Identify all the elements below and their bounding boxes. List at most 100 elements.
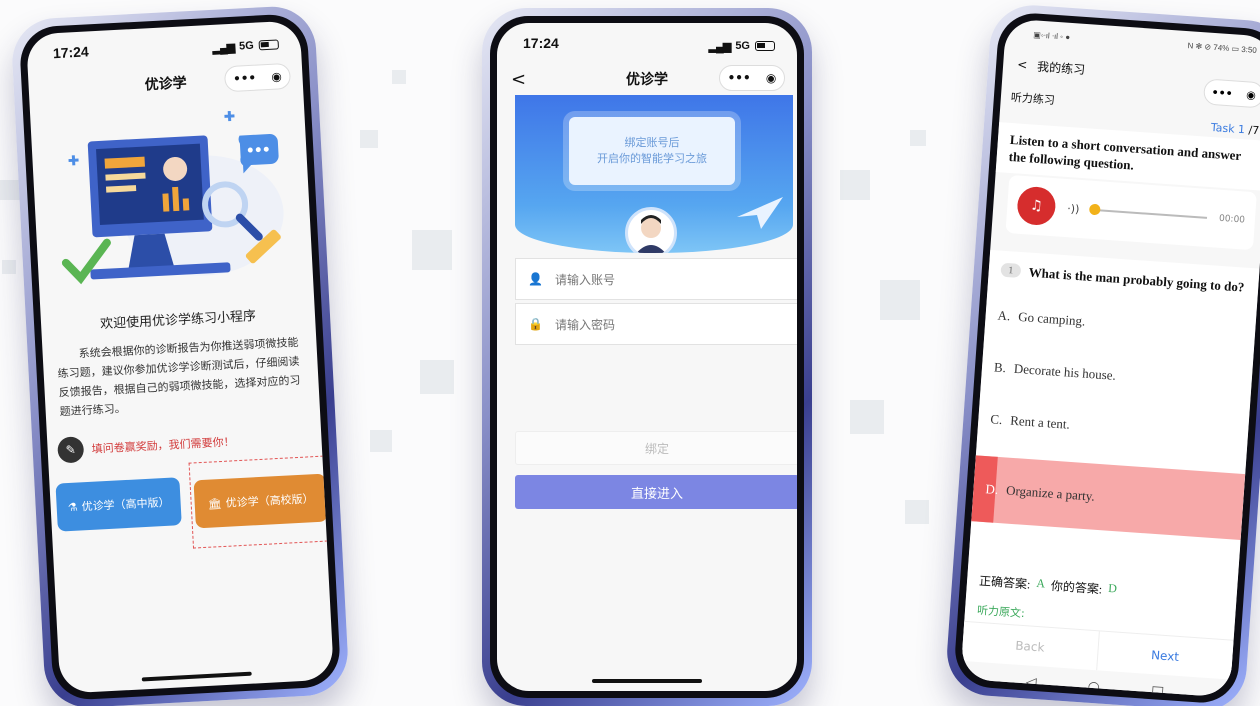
bg-tile	[880, 280, 920, 320]
question-panel: 1 What is the man probably going to do? …	[960, 249, 1260, 688]
bg-tile	[412, 230, 452, 270]
section-title: 听力练习	[1010, 90, 1056, 107]
bg-tile	[0, 180, 20, 200]
screen-welcome: 17:24 ▂▄▆ 5G 优诊学 ••• ◉ 欢迎使用优诊学练习小程序 系统会根…	[25, 20, 335, 694]
option-d-selected-wrong[interactable]: D. Organize a party.	[971, 455, 1246, 540]
question-text: What is the man probably going to do?	[1028, 264, 1245, 295]
status-time: 17:24	[52, 43, 90, 62]
phone-frame-2: 17:24 ▂▄▆ 5G < 优诊学 ••• ◉ 绑定账号后 开启你的智能学习之…	[482, 8, 812, 706]
more-icon[interactable]: •••	[1211, 85, 1233, 99]
option-letter: C.	[989, 411, 1003, 428]
option-text: Decorate his house.	[1013, 360, 1117, 383]
banner-line-2: 开启你的智能学习之旅	[597, 152, 707, 165]
record-play-icon[interactable]: ♫	[1016, 185, 1057, 227]
high-school-button[interactable]: ⚗ 优诊学（高中版）	[55, 477, 182, 532]
close-target-icon[interactable]: ◉	[1246, 88, 1256, 102]
phone-bezel: 17:24 ▂▄▆ 5G 优诊学 ••• ◉ 欢迎使用优诊学练习小程序 系统会根…	[18, 12, 342, 702]
page-title: 优诊学	[144, 75, 188, 94]
option-text: Go camping.	[1017, 308, 1086, 329]
close-target-icon[interactable]: ◉	[766, 71, 776, 85]
banner-card: 绑定账号后 开启你的智能学习之旅	[569, 117, 735, 185]
phone-bezel: 17:24 ▂▄▆ 5G < 优诊学 ••• ◉ 绑定账号后 开启你的智能学习之…	[490, 16, 804, 698]
network-label: 5G	[735, 40, 750, 52]
flask-icon: ⚗	[67, 500, 78, 514]
option-c[interactable]: C. Rent a tent.	[977, 401, 1249, 454]
bg-tile	[2, 260, 16, 274]
back-icon[interactable]: <	[511, 69, 526, 90]
close-target-icon[interactable]: ◉	[271, 69, 282, 84]
audio-progress-slider[interactable]	[1091, 208, 1208, 219]
your-answer-label: 你的答案:	[1050, 578, 1103, 597]
more-icon[interactable]: •••	[728, 71, 751, 85]
phone-frame-3: ▣◦ᐧıl ᐧıl ◦ ● N ✻ ⊘ 74% ▭ 3:50 < 我的练习 ••…	[944, 2, 1260, 706]
stage: 17:24 ▂▄▆ 5G 优诊学 ••• ◉ 欢迎使用优诊学练习小程序 系统会根…	[0, 0, 1260, 706]
banner-line-1: 绑定账号后	[624, 136, 680, 149]
lock-icon: 🔒	[528, 317, 543, 331]
building-icon: 🏛	[207, 496, 223, 511]
avatar	[625, 207, 677, 253]
option-b[interactable]: B. Decorate his house.	[981, 350, 1253, 403]
password-input[interactable]: 🔒 请输入密码	[515, 303, 797, 345]
paper-plane-icon	[737, 197, 783, 229]
volume-icon: ·))	[1066, 201, 1080, 216]
screen-listening-exercise: ▣◦ᐧıl ᐧıl ◦ ● N ✻ ⊘ 74% ▭ 3:50 < 我的练习 ••…	[960, 18, 1260, 698]
university-label: 优诊学（高校版）	[225, 492, 314, 510]
intro-description: 系统会根据你的诊断报告为你推送弱项微技能练习题，建议你参加优诊学诊断测试后，仔细…	[57, 335, 301, 419]
user-avatar-icon	[636, 215, 666, 253]
status-icons: ▂▄▆ 5G	[212, 33, 280, 58]
bg-tile	[850, 400, 884, 434]
university-button[interactable]: 🏛 优诊学（高校版）	[193, 473, 328, 529]
status-icons: ▂▄▆ 5G	[709, 35, 775, 57]
survey-link[interactable]: ✎ 填问卷赢奖励，我们需要你！	[57, 428, 235, 464]
bg-tile	[905, 500, 929, 524]
network-label: 5G	[238, 39, 255, 53]
edit-icon: ✎	[57, 436, 85, 464]
more-icon[interactable]: •••	[233, 71, 257, 86]
high-school-label: 优诊学（高中版）	[81, 495, 170, 514]
bg-tile	[392, 70, 406, 84]
miniprogram-capsule[interactable]: ••• ◉	[719, 65, 785, 91]
status-time: 17:24	[523, 35, 559, 51]
correct-answer-label: 正确答案:	[978, 573, 1031, 592]
bg-tile	[360, 130, 378, 148]
option-a[interactable]: A. Go camping.	[985, 298, 1257, 351]
miniprogram-capsule[interactable]: ••• ◉	[1202, 78, 1260, 109]
correct-answer-value: A	[1035, 575, 1046, 591]
status-right-icons: N ✻ ⊘ 74% ▭ 3:50	[1187, 41, 1258, 55]
bg-tile	[910, 130, 926, 146]
nav-bar: < 优诊学 ••• ◉	[497, 61, 797, 97]
bg-tile	[420, 360, 454, 394]
welcome-heading: 欢迎使用优诊学练习小程序	[99, 308, 257, 333]
enter-directly-button[interactable]: 直接进入	[515, 475, 797, 509]
home-indicator[interactable]	[141, 671, 252, 682]
nav-home-icon[interactable]: ○	[1087, 679, 1100, 696]
option-letter: A.	[997, 307, 1011, 324]
miniprogram-capsule[interactable]: ••• ◉	[223, 62, 292, 93]
bind-button[interactable]: 绑定	[515, 431, 797, 465]
back-icon[interactable]: <	[1017, 57, 1028, 72]
home-indicator[interactable]	[592, 679, 702, 683]
status-left-icons: ▣◦ᐧıl ᐧıl ◦ ●	[1033, 30, 1071, 42]
phone-bezel: ▣◦ᐧıl ᐧıl ◦ ● N ✻ ⊘ 74% ▭ 3:50 < 我的练习 ••…	[952, 10, 1260, 706]
bg-tile	[370, 430, 392, 452]
your-answer-value: D	[1107, 580, 1118, 596]
account-placeholder: 请输入账号	[554, 272, 615, 287]
status-bar: 17:24 ▂▄▆ 5G	[497, 23, 797, 57]
task-current: Task 1	[1210, 120, 1246, 137]
page-title: 优诊学	[626, 72, 668, 88]
task-total: /7	[1244, 123, 1260, 138]
page-title: 我的练习	[1036, 59, 1086, 77]
screen-bind-account: 17:24 ▂▄▆ 5G < 优诊学 ••• ◉ 绑定账号后 开启你的智能学习之…	[497, 23, 797, 691]
option-text: Rent a tent.	[1009, 412, 1071, 432]
signal-icon: ▂▄▆	[212, 41, 235, 55]
account-input[interactable]: 👤 请输入账号	[515, 258, 797, 300]
nav-back-icon[interactable]: ◁	[1025, 674, 1037, 691]
bg-tile	[840, 170, 870, 200]
password-placeholder: 请输入密码	[554, 317, 615, 332]
transcript-label: 听力原文:	[976, 603, 1026, 621]
option-letter: D.	[985, 481, 999, 497]
survey-text[interactable]: 填问卷赢奖励，我们需要你！	[91, 433, 235, 456]
bind-banner: 绑定账号后 开启你的智能学习之旅	[515, 95, 793, 253]
nav-recent-icon[interactable]: □	[1150, 683, 1164, 697]
audio-time: 00:00	[1218, 213, 1246, 226]
